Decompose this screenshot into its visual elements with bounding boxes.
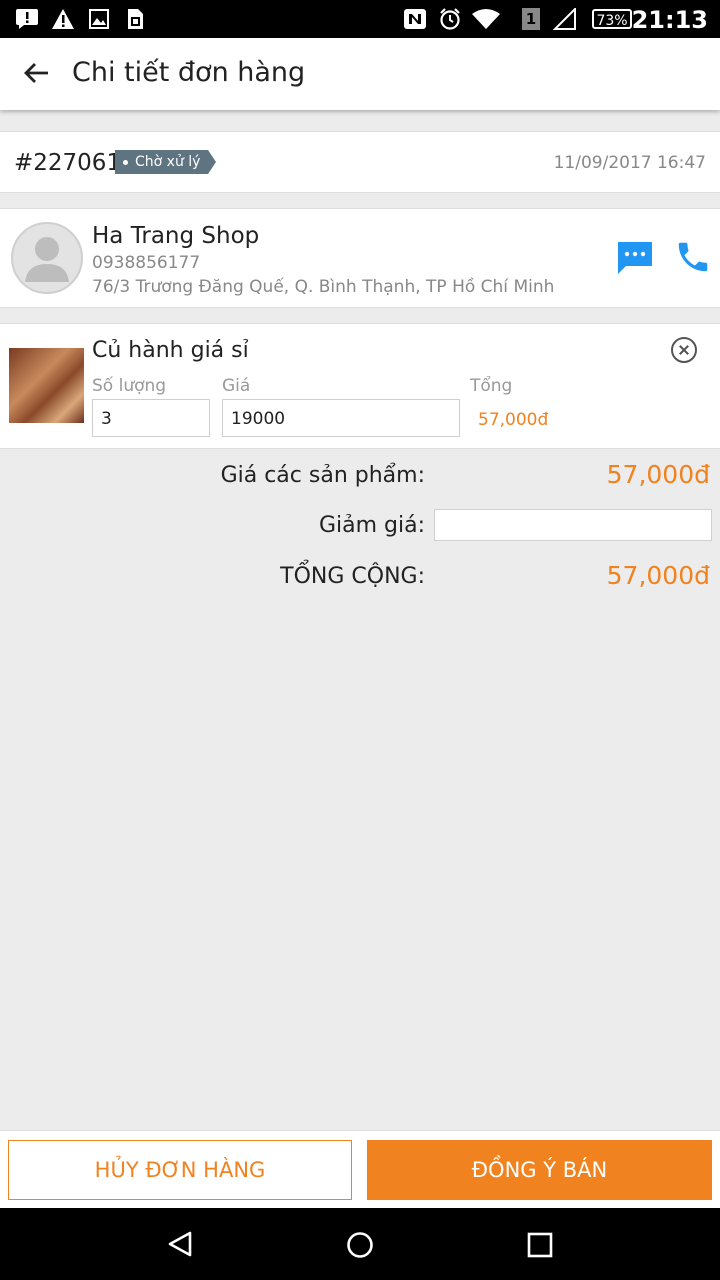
arrow-back-icon[interactable] xyxy=(18,56,54,92)
discount-label: Giảm giá: xyxy=(318,513,425,538)
customer-card: Ha Trang Shop 0938856177 76/3 Trương Đăn… xyxy=(0,208,720,308)
item-total: 57,000đ xyxy=(478,410,549,430)
app-bar: Chi tiết đơn hàng xyxy=(0,38,720,110)
customer-name: Ha Trang Shop xyxy=(92,223,260,249)
sim-card-icon xyxy=(124,8,146,30)
alert-icon xyxy=(14,8,40,30)
customer-phone: 0938856177 xyxy=(92,253,201,273)
warning-icon xyxy=(50,8,76,30)
total-label: Tổng xyxy=(470,376,513,396)
action-bar: HỦY ĐƠN HÀNG ĐỒNG Ý BÁN xyxy=(0,1130,720,1209)
page-title: Chi tiết đơn hàng xyxy=(72,57,306,88)
grand-total-value: 57,000đ xyxy=(606,561,710,590)
accept-order-button[interactable]: ĐỒNG Ý BÁN xyxy=(367,1140,712,1200)
product-item: Củ hành giá sỉ Số lượng 3 Giá 19000 Tổng… xyxy=(0,323,720,449)
wifi-icon xyxy=(470,8,502,30)
signal-icon xyxy=(552,8,578,30)
battery-icon: 73% xyxy=(592,9,632,29)
nav-recents-icon[interactable] xyxy=(527,1232,553,1258)
order-id: #227061 xyxy=(14,150,122,176)
discount-input[interactable] xyxy=(434,509,712,541)
image-icon xyxy=(88,8,110,30)
order-header: #227061 Chờ xử lý 11/09/2017 16:47 xyxy=(0,131,720,193)
price-label: Giá xyxy=(222,376,251,396)
quantity-input[interactable]: 3 xyxy=(92,399,210,437)
product-image xyxy=(9,348,84,423)
sim-slot-indicator: 1 xyxy=(520,8,542,30)
avatar xyxy=(11,222,83,294)
nav-back-icon[interactable] xyxy=(166,1230,194,1258)
product-name: Củ hành giá sỉ xyxy=(92,338,249,363)
price-input[interactable]: 19000 xyxy=(222,399,460,437)
nav-home-icon[interactable] xyxy=(345,1230,375,1260)
customer-address: 76/3 Trương Đăng Quế, Q. Bình Thạnh, TP … xyxy=(92,277,555,297)
order-date: 11/09/2017 16:47 xyxy=(553,153,706,173)
chat-icon[interactable] xyxy=(616,240,654,276)
status-bar: 1 73% 21:13 xyxy=(0,0,720,38)
phone-icon[interactable] xyxy=(674,238,712,276)
remove-item-icon[interactable] xyxy=(671,337,697,363)
grand-total-label: TỔNG CỘNG: xyxy=(280,564,425,589)
status-badge: Chờ xử lý xyxy=(115,150,217,174)
cancel-order-button[interactable]: HỦY ĐƠN HÀNG xyxy=(8,1140,352,1200)
alarm-icon xyxy=(438,8,462,30)
nfc-icon xyxy=(402,8,428,30)
subtotal-label: Giá các sản phẩm: xyxy=(220,463,425,488)
quantity-label: Số lượng xyxy=(92,376,167,396)
clock: 21:13 xyxy=(631,6,708,34)
navigation-bar xyxy=(0,1208,720,1280)
subtotal-value: 57,000đ xyxy=(606,460,710,489)
